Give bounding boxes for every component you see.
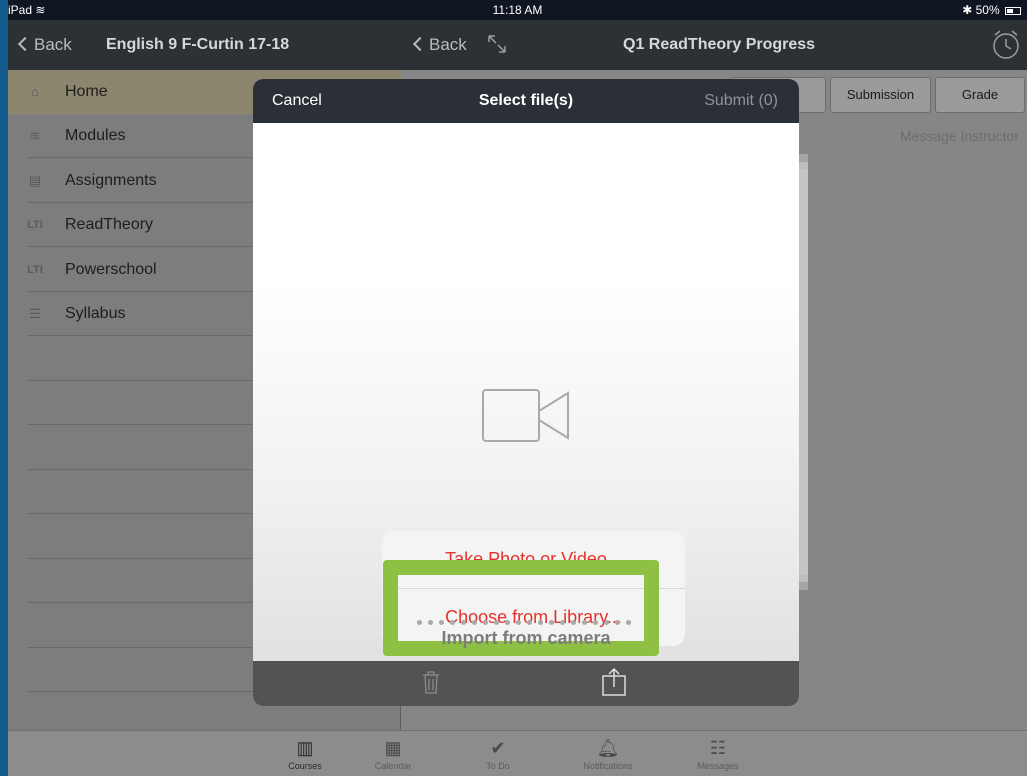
tab-label: Notifications [583, 761, 633, 771]
ipad-screen: iPad ︎≋ 11:18 AM ✱ 50% Back English 9 F-… [8, 0, 1027, 776]
bluetooth-icon: ✱ [962, 3, 973, 17]
tab-label: Courses [288, 761, 322, 771]
back-button-left[interactable]: Back [17, 35, 72, 55]
assignments-icon: ▤ [28, 173, 42, 188]
course-title: English 9 F-Curtin 17-18 [106, 36, 290, 53]
checkmark-icon: ✔ [490, 738, 506, 758]
trash-icon[interactable] [420, 669, 442, 695]
status-right: ✱ 50% [962, 3, 1021, 17]
alarm-clock-icon[interactable] [991, 29, 1021, 61]
tab-messages[interactable]: ☷ Messages [683, 735, 753, 771]
tab-courses[interactable]: ▥ Courses [270, 735, 340, 771]
submit-button[interactable]: Submit (0) [704, 92, 778, 110]
page-indicator [417, 612, 637, 625]
bell-icon: 🔔︎ [596, 738, 620, 758]
sidebar-item-label: ReadTheory [65, 216, 154, 233]
status-time: 11:18 AM [492, 3, 543, 17]
sidebar-item-label: Syllabus [65, 305, 126, 322]
tab-notifications[interactable]: 🔔︎ Notifications [573, 735, 643, 771]
tab-label: To Do [486, 761, 510, 771]
nav-bar-right: Back Q1 ReadTheory Progress [401, 20, 1027, 70]
page-title: Q1 ReadTheory Progress [623, 36, 816, 53]
chevron-left-icon [17, 36, 33, 52]
inbox-icon: ☷ [709, 738, 727, 758]
courses-icon: ▥ [296, 738, 314, 758]
calendar-icon: ▦ [384, 738, 402, 758]
import-from-camera-label: Import from camera [441, 628, 611, 648]
syllabus-icon: ☰ [29, 306, 41, 321]
back-label: Back [34, 35, 72, 54]
modal-footer [253, 661, 799, 706]
tab-todo[interactable]: ✔ To Do [463, 735, 533, 771]
sidebar-item-label: Home [65, 83, 108, 100]
sidebar-item-label: Powerschool [65, 261, 157, 278]
tab-calendar[interactable]: ▦ Calendar [358, 735, 428, 771]
lti-icon: LTI [27, 219, 43, 231]
tab-label: Calendar [374, 761, 412, 771]
message-instructor-button[interactable]: Message Instructor [900, 128, 1019, 144]
home-icon: ⌂ [31, 84, 39, 99]
modules-icon: ≋ [29, 128, 41, 143]
lti-icon: LTI [27, 264, 43, 276]
status-bar: iPad ︎≋ 11:18 AM ✱ 50% [8, 0, 1027, 20]
camera-area: Take Photo or Video... Choose from Libra… [253, 123, 799, 661]
sidebar-item-label: Modules [65, 127, 126, 144]
tab-label: Messages [697, 761, 739, 771]
tab-bar: ▥ Courses ▦ Calendar ✔ To Do 🔔︎ Notifica… [8, 730, 1027, 776]
tab-grade[interactable]: Grade [935, 77, 1025, 113]
chevron-left-icon [412, 36, 428, 52]
battery-icon [1005, 6, 1021, 15]
share-icon[interactable] [600, 667, 628, 697]
tab-submission[interactable]: Submission [830, 77, 931, 113]
modal-header: Cancel Select file(s) Submit (0) [253, 79, 799, 123]
sidebar-item-label: Assignments [65, 172, 157, 189]
nav-bar-left: Back English 9 F-Curtin 17-18 [8, 20, 401, 70]
battery-percent: 50% [975, 3, 1000, 17]
video-camera-icon[interactable] [482, 389, 572, 443]
back-button-right[interactable]: Back [412, 35, 467, 55]
expand-icon[interactable] [487, 34, 507, 54]
select-files-modal: Cancel Select file(s) Submit (0) Take Ph… [253, 79, 799, 706]
back-label: Back [429, 35, 467, 54]
